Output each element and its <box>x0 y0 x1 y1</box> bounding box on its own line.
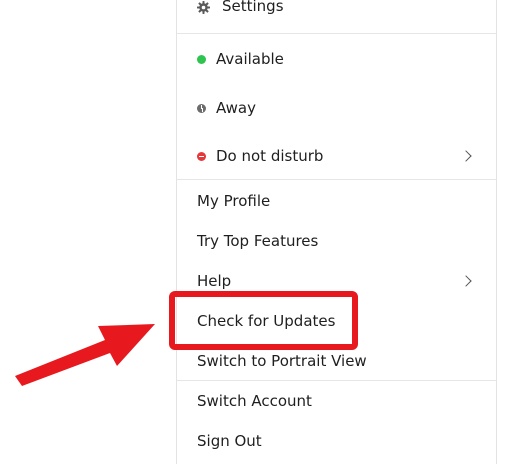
chevron-right-icon <box>460 275 472 287</box>
chevron-right-icon <box>460 150 472 162</box>
status-away[interactable]: Away <box>177 88 496 128</box>
menu-item-label: Check for Updates <box>197 312 336 330</box>
profile-menu: Settings Available Away Do not disturb M… <box>176 0 497 464</box>
menu-item-sign-out[interactable]: Sign Out <box>177 421 496 461</box>
menu-item-switch-portrait-view[interactable]: Switch to Portrait View <box>177 341 496 381</box>
menu-item-label: Help <box>197 272 232 290</box>
status-label: Available <box>216 50 284 68</box>
menu-item-label: Sign Out <box>197 432 262 450</box>
away-status-icon <box>197 103 206 113</box>
status-available[interactable]: Available <box>177 39 496 79</box>
menu-item-switch-account[interactable]: Switch Account <box>177 381 496 421</box>
available-status-icon <box>197 54 206 64</box>
divider <box>177 179 496 180</box>
divider <box>177 33 496 34</box>
menu-item-check-for-updates[interactable]: Check for Updates <box>177 301 496 341</box>
arrow-icon <box>15 324 155 386</box>
gear-icon <box>197 0 210 14</box>
status-label: Away <box>216 99 256 117</box>
menu-item-settings[interactable]: Settings <box>177 0 496 26</box>
menu-item-label: Settings <box>222 0 284 15</box>
menu-item-label: Switch Account <box>197 392 312 410</box>
menu-item-try-top-features[interactable]: Try Top Features <box>177 221 496 261</box>
menu-item-label: Try Top Features <box>197 232 319 250</box>
do-not-disturb-icon <box>197 151 206 161</box>
menu-item-help[interactable]: Help <box>177 261 496 301</box>
menu-item-label: My Profile <box>197 192 271 210</box>
status-label: Do not disturb <box>216 147 324 165</box>
status-do-not-disturb[interactable]: Do not disturb <box>177 136 496 176</box>
menu-item-label: Switch to Portrait View <box>197 352 367 370</box>
menu-item-my-profile[interactable]: My Profile <box>177 181 496 221</box>
